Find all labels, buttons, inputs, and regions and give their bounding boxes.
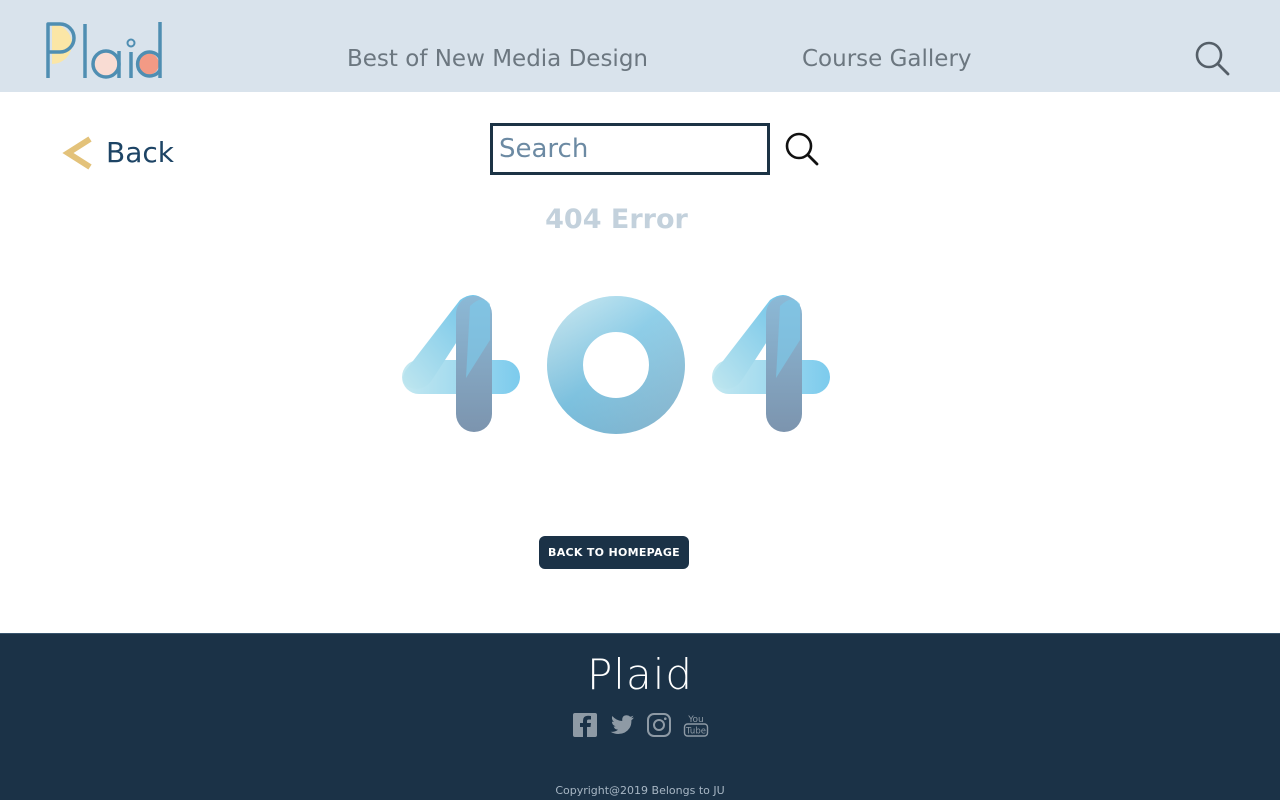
back-to-homepage-button[interactable]: BACK TO HOMEPAGE (539, 536, 689, 569)
nav-course-gallery[interactable]: Course Gallery (802, 44, 972, 74)
digit-zero (547, 296, 685, 434)
youtube-icon: You Tube (683, 715, 709, 737)
copyright-text: Copyright@2019 Belongs to JU (555, 784, 725, 797)
digit-four-left (402, 295, 520, 432)
footer-logo[interactable]: Plaid (0, 648, 1280, 702)
nav-best-of-new-media-design[interactable]: Best of New Media Design (347, 44, 648, 74)
search-icon[interactable] (1193, 39, 1231, 77)
social-links: You Tube (571, 711, 710, 739)
search-button-icon[interactable] (783, 130, 821, 168)
digit-four-right (712, 295, 830, 432)
site-footer: Plaid You Tube Copyright@2019 Belongs to… (0, 633, 1280, 800)
facebook-link[interactable] (571, 711, 599, 739)
site-header: Plaid Best of New Media Design Course Ga… (0, 0, 1280, 92)
logo[interactable]: Plaid (42, 18, 168, 82)
back-link[interactable]: Back (62, 134, 174, 172)
error-title: 404 Error (545, 204, 688, 235)
svg-text:Tube: Tube (685, 727, 706, 737)
logo-mark (46, 22, 162, 79)
twitter-link[interactable] (608, 711, 636, 739)
twitter-icon (610, 715, 634, 734)
chevron-left-icon (62, 136, 92, 170)
instagram-icon (647, 713, 671, 737)
facebook-icon (573, 713, 597, 737)
error-404-graphic (402, 295, 830, 434)
instagram-link[interactable] (645, 711, 673, 739)
back-label: Back (106, 136, 174, 169)
youtube-link[interactable]: You Tube (682, 711, 710, 739)
search-input[interactable] (490, 123, 770, 175)
